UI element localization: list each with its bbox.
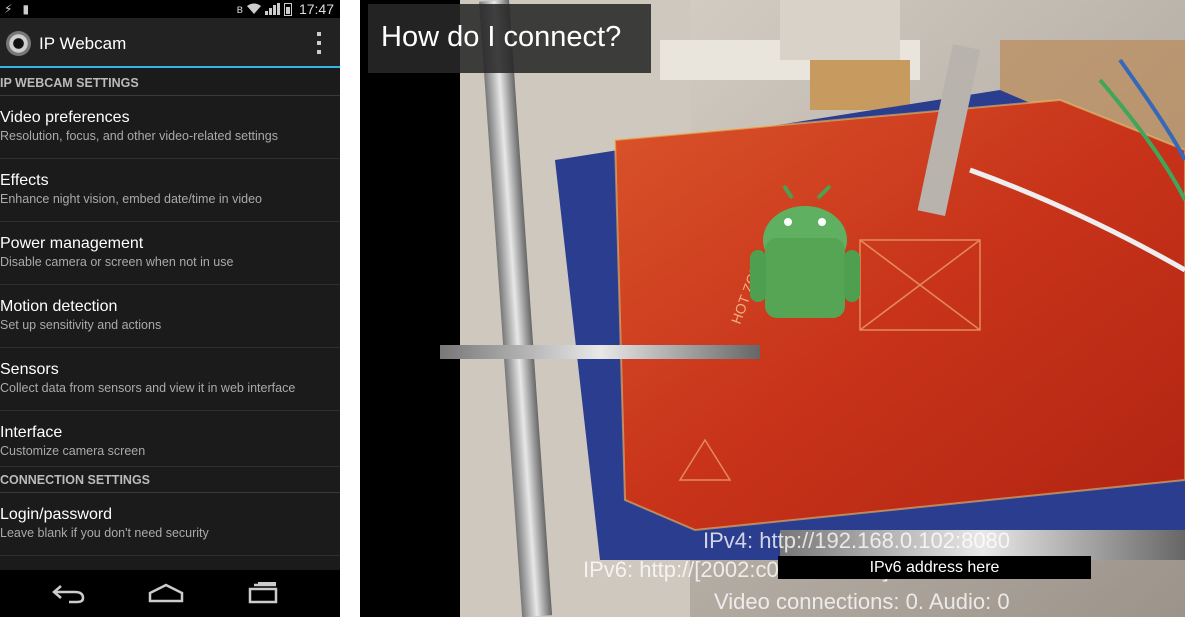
pref-title: Interface bbox=[0, 424, 63, 441]
ipv6-address-label: IPv6 address here bbox=[778, 556, 1091, 579]
overflow-menu-icon[interactable] bbox=[314, 32, 324, 54]
section-header-connection-settings: CONNECTION SETTINGS bbox=[0, 467, 340, 493]
pref-title: Video preferences bbox=[0, 109, 130, 126]
pref-summary: Disable camera or screen when not in use bbox=[0, 255, 234, 269]
pref-login-password[interactable]: Login/password Leave blank if you don't … bbox=[0, 493, 340, 556]
ipv4-address: IPv4: http://192.168.0.102:8080 bbox=[703, 528, 1011, 553]
navigation-bar bbox=[0, 570, 340, 617]
bluetooth-icon: ʙ bbox=[236, 2, 243, 16]
how-to-connect-button[interactable]: How do I connect? bbox=[368, 4, 651, 73]
clock: 17:47 bbox=[298, 1, 334, 17]
pref-summary: Resolution, focus, and other video-relat… bbox=[0, 129, 278, 143]
pref-power-management[interactable]: Power management Disable camera or scree… bbox=[0, 222, 340, 285]
battery-icon bbox=[283, 2, 292, 16]
pref-title: Sensors bbox=[0, 361, 59, 378]
sim-icon: ▮ bbox=[22, 2, 30, 16]
status-bar: ⚡ ▮ ʙ 17:47 bbox=[0, 0, 340, 18]
settings-list: IP WEBCAM SETTINGS Video preferences Res… bbox=[0, 70, 340, 556]
pref-motion-detection[interactable]: Motion detection Set up sensitivity and … bbox=[0, 285, 340, 348]
pref-title: Login/password bbox=[0, 506, 113, 523]
connection-count: Video connections: 0. Audio: 0 bbox=[714, 589, 1010, 614]
pref-summary: Collect data from sensors and view it in… bbox=[0, 381, 296, 395]
app-title: IP Webcam bbox=[39, 34, 127, 53]
wifi-icon bbox=[246, 3, 261, 14]
recent-apps-icon[interactable] bbox=[243, 580, 283, 606]
usb-icon: ⚡ bbox=[4, 2, 13, 16]
pref-title: Effects bbox=[0, 172, 49, 189]
camera-image: HOT ZONE bbox=[360, 0, 1185, 617]
pref-summary: Set up sensitivity and actions bbox=[0, 318, 162, 332]
phone-screen: ⚡ ▮ ʙ 17:47 IP Webcam IP WEBCAM SETTINGS… bbox=[0, 0, 340, 617]
signal-icon bbox=[264, 3, 280, 15]
pref-interface[interactable]: Interface Customize camera screen bbox=[0, 411, 340, 467]
pref-summary: Customize camera screen bbox=[0, 444, 146, 458]
pref-video-preferences[interactable]: Video preferences Resolution, focus, and… bbox=[0, 96, 340, 159]
action-bar: IP Webcam bbox=[0, 18, 340, 68]
section-header-webcam-settings: IP WEBCAM SETTINGS bbox=[0, 70, 340, 96]
home-icon[interactable] bbox=[146, 580, 186, 606]
pref-sensors[interactable]: Sensors Collect data from sensors and vi… bbox=[0, 348, 340, 411]
pref-effects[interactable]: Effects Enhance night vision, embed date… bbox=[0, 159, 340, 222]
pref-title: Motion detection bbox=[0, 298, 118, 315]
pref-summary: Enhance night vision, embed date/time in… bbox=[0, 192, 262, 206]
camera-lens-icon[interactable] bbox=[6, 31, 31, 56]
pref-summary: Leave blank if you don't need security bbox=[0, 526, 209, 540]
back-icon[interactable] bbox=[49, 580, 89, 606]
pref-title: Power management bbox=[0, 235, 144, 252]
camera-preview: HOT ZONE How do I connect? IPv4: http://… bbox=[360, 0, 1185, 617]
